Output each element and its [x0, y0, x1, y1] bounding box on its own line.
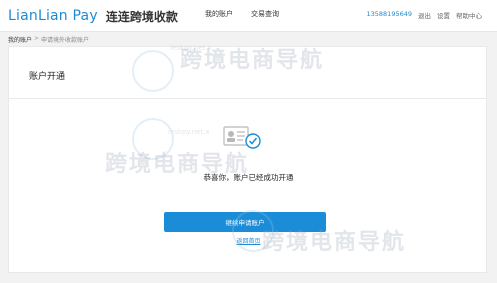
continue-apply-button[interactable]: 继续申请账户 — [164, 212, 326, 232]
account-verified-icon — [223, 126, 261, 149]
header-right-nav: 13588195649 退出 设置 帮助中心 — [367, 10, 483, 20]
help-center-link[interactable]: 帮助中心 — [456, 10, 482, 20]
logout-link[interactable]: 退出 — [418, 10, 431, 20]
return-home-link[interactable]: 返回首页 — [0, 236, 497, 245]
success-message: 恭喜你，账户已经成功开通 — [203, 173, 294, 182]
breadcrumb-current: 申请境外收款账户 — [41, 37, 90, 44]
logo-text-en: LianLian Pay — [8, 8, 98, 24]
logo[interactable]: LianLian Pay 连连跨境收款 — [8, 6, 178, 26]
logo-text-cn: 连连跨境收款 — [105, 9, 178, 24]
settings-link[interactable]: 设置 — [437, 10, 450, 20]
breadcrumb-separator: > — [34, 35, 40, 42]
top-header: LianLian Pay 连连跨境收款 我的账户 交易查询 1358819564… — [0, 0, 497, 32]
main-nav: 我的账户 交易查询 — [205, 9, 279, 19]
breadcrumb-root[interactable]: 我的账户 — [8, 35, 32, 44]
nav-my-account[interactable]: 我的账户 — [205, 9, 233, 19]
nav-transaction-query[interactable]: 交易查询 — [251, 9, 279, 19]
user-phone[interactable]: 13588195649 — [367, 10, 413, 20]
card-header: 账户开通 — [8, 46, 487, 98]
breadcrumb: 我的账户 > 申请境外收款账户 — [8, 35, 89, 44]
page-title: 账户开通 — [29, 72, 66, 82]
